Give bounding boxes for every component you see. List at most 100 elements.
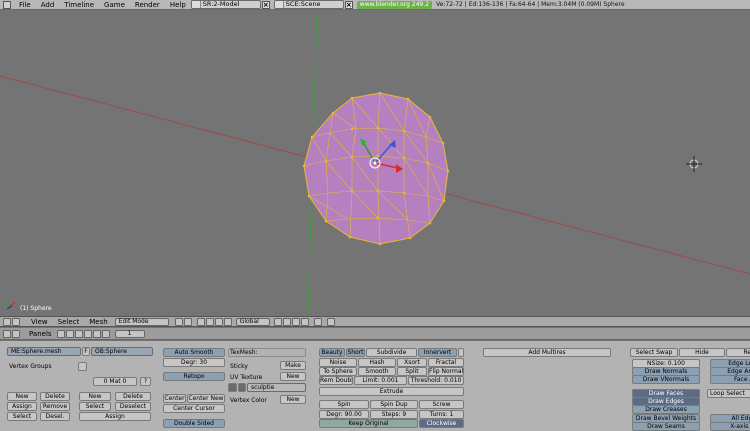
menu-add[interactable]: Add <box>36 0 60 9</box>
menu-render[interactable]: Render <box>130 0 165 9</box>
smooth-button[interactable]: Smooth <box>358 367 396 376</box>
scene-context-icon[interactable] <box>101 329 110 338</box>
flip-normals-button[interactable]: Flip Normals <box>428 367 464 376</box>
screen-name[interactable]: SR:2-Model <box>203 1 260 8</box>
spin-degr-field[interactable]: Degr: 90.00 <box>319 410 369 419</box>
3d-viewport[interactable]: (1) Sphere <box>0 11 750 316</box>
spin-dup-button[interactable]: Spin Dup <box>370 400 418 409</box>
rem-double-button[interactable]: Rem Double <box>319 376 353 385</box>
3d-cursor-icon[interactable] <box>686 156 702 172</box>
editor-type-icon[interactable] <box>3 317 11 326</box>
turns-field[interactable]: Turns: 1 <box>419 410 464 419</box>
scene-close-icon[interactable]: × <box>344 0 353 9</box>
fractal-button[interactable]: Fractal <box>428 358 464 367</box>
screen-close-icon[interactable]: × <box>261 0 270 9</box>
limit-field[interactable]: Limit: 0.001 <box>354 376 407 385</box>
uv-render-icon[interactable] <box>238 383 246 392</box>
vgroup-assign-button[interactable]: Assign <box>7 402 37 411</box>
texmesh-field[interactable] <box>228 348 306 357</box>
editing-context-icon[interactable] <box>92 329 101 338</box>
proportional-icon[interactable] <box>313 317 322 326</box>
menu-game[interactable]: Game <box>99 0 130 9</box>
menu-view[interactable]: View <box>26 317 53 326</box>
pivot-icon[interactable] <box>183 317 192 326</box>
menu-file[interactable]: File <box>14 0 36 9</box>
double-sided-toggle[interactable]: Double Sided <box>163 419 225 428</box>
vertex-select-icon[interactable] <box>273 317 282 326</box>
screw-button[interactable]: Screw <box>419 400 464 409</box>
uv-layer-name[interactable]: sculptie <box>247 383 306 392</box>
vertex-color-new-button[interactable]: New <box>280 395 306 404</box>
short-toggle[interactable]: Short <box>346 348 365 357</box>
manipulator-toggle-icon[interactable] <box>196 317 205 326</box>
threshold-field[interactable]: Threshold: 0.010 <box>408 376 464 385</box>
draw-seams-toggle[interactable]: Draw Seams <box>632 422 700 431</box>
draw-type-icon[interactable] <box>174 317 183 326</box>
orientation-selector[interactable]: Global <box>235 317 270 326</box>
shading-context-icon[interactable] <box>74 329 83 338</box>
logic-context-icon[interactable] <box>56 329 65 338</box>
viewport-canvas[interactable] <box>0 11 750 316</box>
blender-icon[interactable] <box>3 0 11 9</box>
occlude-icon[interactable] <box>300 317 309 326</box>
edge-select-icon[interactable] <box>282 317 291 326</box>
translate-icon[interactable] <box>205 317 214 326</box>
menu-help[interactable]: Help <box>165 0 191 9</box>
uv-texture-new-button[interactable]: New <box>280 372 306 381</box>
draw-vnormals-toggle[interactable]: Draw VNormals <box>632 375 700 384</box>
render-icon[interactable] <box>326 317 335 326</box>
select-swap-button[interactable]: Select Swap <box>630 348 678 357</box>
center-button[interactable]: Center <box>163 394 186 403</box>
material-select-button[interactable]: Select <box>79 402 111 411</box>
extrude-button[interactable]: Extrude <box>319 387 464 396</box>
beauty-toggle[interactable]: Beauty <box>319 348 345 357</box>
mode-selector[interactable]: Edit Mode <box>114 317 169 326</box>
loop-select-button[interactable]: Loop Select <box>707 389 750 398</box>
buttons-editor-icon[interactable] <box>3 329 11 338</box>
vertex-group-menu[interactable] <box>78 362 87 371</box>
vgroup-remove-button[interactable]: Remove <box>40 402 70 411</box>
material-delete-button[interactable]: Delete <box>115 392 151 401</box>
buttons-collapse-icon[interactable] <box>12 329 20 338</box>
vgroup-select-button[interactable]: Select <box>7 412 37 421</box>
draw-creases-toggle[interactable]: Draw Creases <box>632 405 700 414</box>
face-area-toggle[interactable]: Face Ar <box>710 375 750 384</box>
clockwise-toggle[interactable]: Clockwise <box>419 419 464 428</box>
vgroup-new-button[interactable]: New <box>7 392 37 401</box>
blender-url[interactable]: www.blender.org 249.2 <box>356 0 433 9</box>
degr-field[interactable]: Degr: 30 <box>163 358 225 367</box>
uv-active-icon[interactable] <box>228 383 237 392</box>
material-index-field[interactable]: 0 Mat 0 <box>93 377 137 386</box>
reveal-button[interactable]: Re <box>726 348 750 357</box>
panels-menu[interactable]: Panels <box>24 329 57 339</box>
scale-icon[interactable] <box>223 317 232 326</box>
steps-field[interactable]: Steps: 9 <box>370 410 418 419</box>
material-new-button[interactable]: New <box>79 392 111 401</box>
spin-button[interactable]: Spin <box>319 400 369 409</box>
retopo-toggle[interactable]: Retopo <box>163 372 225 381</box>
scene-selector[interactable]: SCE:Scene <box>273 0 344 9</box>
object-name-field[interactable]: OB:Sphere <box>91 347 153 356</box>
face-select-icon[interactable] <box>291 317 300 326</box>
sphere-mesh[interactable] <box>302 91 450 246</box>
split-button[interactable]: Split <box>397 367 427 376</box>
sticky-make-button[interactable]: Make <box>280 361 306 370</box>
material-assign-button[interactable]: Assign <box>79 412 151 421</box>
innervert-toggle[interactable]: Innervert <box>418 348 457 357</box>
center-cursor-button[interactable]: Center Cursor <box>163 404 225 413</box>
auto-smooth-toggle[interactable]: Auto Smooth <box>163 348 225 357</box>
scene-name[interactable]: SCE:Scene <box>286 1 343 8</box>
menu-mesh[interactable]: Mesh <box>84 317 112 326</box>
vgroup-delete-button[interactable]: Delete <box>40 392 70 401</box>
object-context-icon[interactable] <box>83 329 92 338</box>
page-stepper[interactable]: 1 <box>114 329 145 338</box>
collapse-icon[interactable] <box>12 317 20 326</box>
menu-timeline[interactable]: Timeline <box>59 0 99 9</box>
xsort-button[interactable]: Xsort <box>397 358 427 367</box>
center-new-button[interactable]: Center New <box>187 394 225 403</box>
vgroup-deselect-button[interactable]: Desel. <box>40 412 70 421</box>
menu-select[interactable]: Select <box>53 317 85 326</box>
subdivide-button[interactable]: Subdivide <box>366 348 417 357</box>
screen-selector[interactable]: SR:2-Model <box>190 0 261 9</box>
keep-original-toggle[interactable]: Keep Original <box>319 419 418 428</box>
